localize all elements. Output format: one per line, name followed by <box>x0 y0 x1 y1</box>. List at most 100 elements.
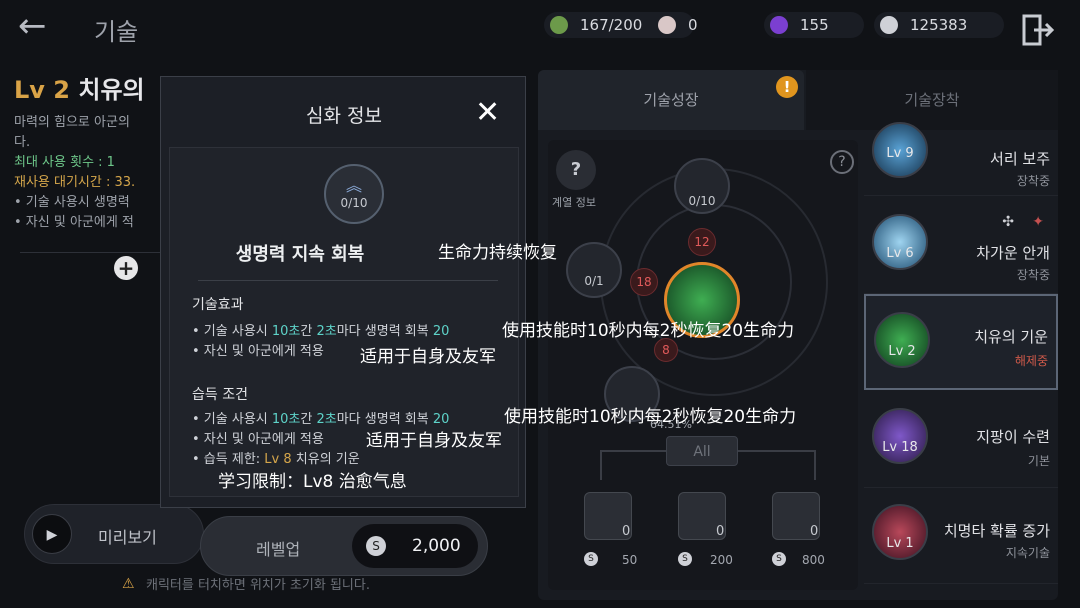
tree-node-left[interactable]: 0/1 <box>566 242 622 298</box>
translation-effect-1: 使用技能时10秒内每2秒恢复20生命力 <box>502 321 795 341</box>
skill-name: 치유의 <box>78 76 145 104</box>
back-arrow-icon[interactable]: ← <box>18 8 62 44</box>
skill-item-staff-training[interactable]: Lv 18 지팡이 수련 기본 <box>864 392 1058 488</box>
tree-node-top[interactable]: 0/10 <box>674 158 730 214</box>
skill-name: 지팡이 수련 <box>976 428 1050 446</box>
effect-duration: 10초 <box>271 324 301 339</box>
skill-item-healing-aura[interactable]: Lv 2 치유의 기운 해제중 <box>864 294 1058 390</box>
requirement-line-2: • 자신 및 아군에게 적용 <box>192 432 324 447</box>
warning-icon: ⚠ <box>122 576 135 592</box>
pearl-resource: 0 <box>652 12 752 38</box>
pearl-icon <box>658 16 676 34</box>
gem-resource: 155 <box>764 12 864 38</box>
skill-status: 장착중 <box>1016 268 1050 282</box>
req-text: • 습득 제한: <box>192 452 265 467</box>
silver-value: 125383 <box>910 16 968 34</box>
enhance-node-value: 0/10 <box>340 196 368 210</box>
req-text: 치유의 기운 <box>291 452 360 467</box>
frost-orb-icon: Lv 9 <box>872 122 928 178</box>
gem-value: 155 <box>800 16 829 34</box>
skill-item-frost-orb[interactable]: Lv 9 서리 보주 장착중 <box>864 122 1058 196</box>
translation-effect-3: 使用技能时10秒内每2秒恢复20生命力 <box>504 407 797 427</box>
requirement-line-3: • 습득 제한: Lv 8 치유의 기운 <box>192 448 360 467</box>
fire-icon: ✦ <box>1032 214 1044 230</box>
skill-name: 치명타 확률 증가 <box>943 522 1050 540</box>
skill-level: Lv 1 <box>886 536 914 551</box>
skill-name: 서리 보주 <box>990 150 1050 168</box>
healing-aura-icon: Lv 2 <box>874 312 930 368</box>
tree-badge-8: 8 <box>654 338 678 362</box>
help-icon[interactable]: ? <box>830 150 854 174</box>
effect-text: 간 <box>300 412 317 427</box>
skill-level: Lv 18 <box>882 440 918 455</box>
tab-skill-equip[interactable]: 기술장착 <box>806 70 1058 130</box>
play-icon[interactable]: ▶ <box>32 514 72 554</box>
lineage-info-icon[interactable]: ? <box>556 150 596 190</box>
translation-name: 生命力持续恢复 <box>438 243 557 263</box>
effect-text: • 기술 사용시 <box>192 412 272 427</box>
skill-name: 치유의 기운 <box>974 328 1048 346</box>
skill-status: 지속기술 <box>1005 546 1050 560</box>
req-level: Lv 8 <box>264 452 292 467</box>
silver-coin-icon <box>880 16 898 34</box>
silver-coin-icon: S <box>366 536 386 556</box>
skillbook-1-cost: 50 <box>622 553 638 567</box>
skill-level: Lv 2 <box>888 344 916 359</box>
skill-status: 기본 <box>1027 454 1050 468</box>
tree-badge-18: 18 <box>630 268 658 296</box>
skill-name: 차가운 안개 <box>976 244 1050 262</box>
preview-label: 미리보기 <box>98 528 157 547</box>
effect-text: • 기술 사용시 <box>192 324 272 339</box>
stamina-icon <box>550 16 568 34</box>
chevron-up-icon: ︽ <box>345 176 362 195</box>
skill-level: Lv 9 <box>886 146 914 161</box>
skillbook-1-count: 0 <box>622 524 631 539</box>
staff-training-icon: Lv 18 <box>872 408 928 464</box>
effect-amount: 20 <box>432 412 450 427</box>
exit-icon[interactable] <box>1020 12 1056 48</box>
effect-duration: 10초 <box>271 412 301 427</box>
translation-effect-2: 适用于自身及友军 <box>360 347 496 367</box>
requirement-header: 습득 조건 <box>192 387 248 403</box>
translation-effect-4: 适用于自身及友军 <box>366 431 502 451</box>
translation-requirement: 学习限制：Lv8 治愈气息 <box>218 472 407 492</box>
enhance-node-name: 생명력 지속 회복 <box>235 244 365 265</box>
cold-fog-icon: Lv 6 <box>872 214 928 270</box>
tab-skill-growth[interactable]: 기술성장 <box>538 70 804 130</box>
modal-title: 심화 정보 <box>306 105 382 127</box>
close-icon[interactable]: ✕ <box>475 95 500 130</box>
skill-item-cold-fog[interactable]: Lv 6 ✣ ✦ 차가운 안개 장착중 <box>864 198 1058 294</box>
effect-line-1: • 기술 사용시 10초간 2초마다 생명력 회복 20 <box>192 320 449 339</box>
effect-text: 마다 생명력 회복 <box>336 324 433 339</box>
effect-text: 마다 생명력 회복 <box>336 412 433 427</box>
page-title: 기술 <box>94 18 139 46</box>
lineage-info-label: 계열 정보 <box>552 196 596 209</box>
alert-icon: ! <box>776 76 798 98</box>
divider <box>198 280 498 281</box>
stamina-value: 167/200 <box>580 16 643 34</box>
effect-header: 기술효과 <box>192 297 244 313</box>
skillbook-3-count: 0 <box>810 524 819 539</box>
crit-chance-icon: Lv 1 <box>872 504 928 560</box>
gem-icon <box>770 16 788 34</box>
effect-text: 간 <box>300 324 317 339</box>
all-button[interactable]: All <box>666 436 738 466</box>
effect-interval: 2초 <box>316 324 337 339</box>
skill-status: 해제중 <box>1014 354 1048 368</box>
silver-resource: 125383 <box>874 12 1004 38</box>
skillbook-3-cost: 800 <box>802 553 825 567</box>
plus-icon[interactable]: + <box>114 256 138 280</box>
tree-node-left-value: 0/1 <box>584 274 604 288</box>
effect-interval: 2초 <box>316 412 337 427</box>
silver-coin-icon: S <box>584 552 598 566</box>
effect-amount: 20 <box>432 324 450 339</box>
levelup-label: 레벨업 <box>256 540 301 559</box>
tree-node-top-value: 0/10 <box>688 194 716 208</box>
requirement-line-1: • 기술 사용시 10초간 2초마다 생명력 회복 20 <box>192 408 449 427</box>
skill-status: 장착중 <box>1016 174 1050 188</box>
levelup-price: 2,000 <box>412 536 461 556</box>
skill-level: Lv 6 <box>886 246 914 261</box>
skill-item-crit-chance[interactable]: Lv 1 치명타 확률 증가 지속기술 <box>864 488 1058 584</box>
element-icon: ✣ <box>1002 214 1014 230</box>
skillbook-2-count: 0 <box>716 524 725 539</box>
